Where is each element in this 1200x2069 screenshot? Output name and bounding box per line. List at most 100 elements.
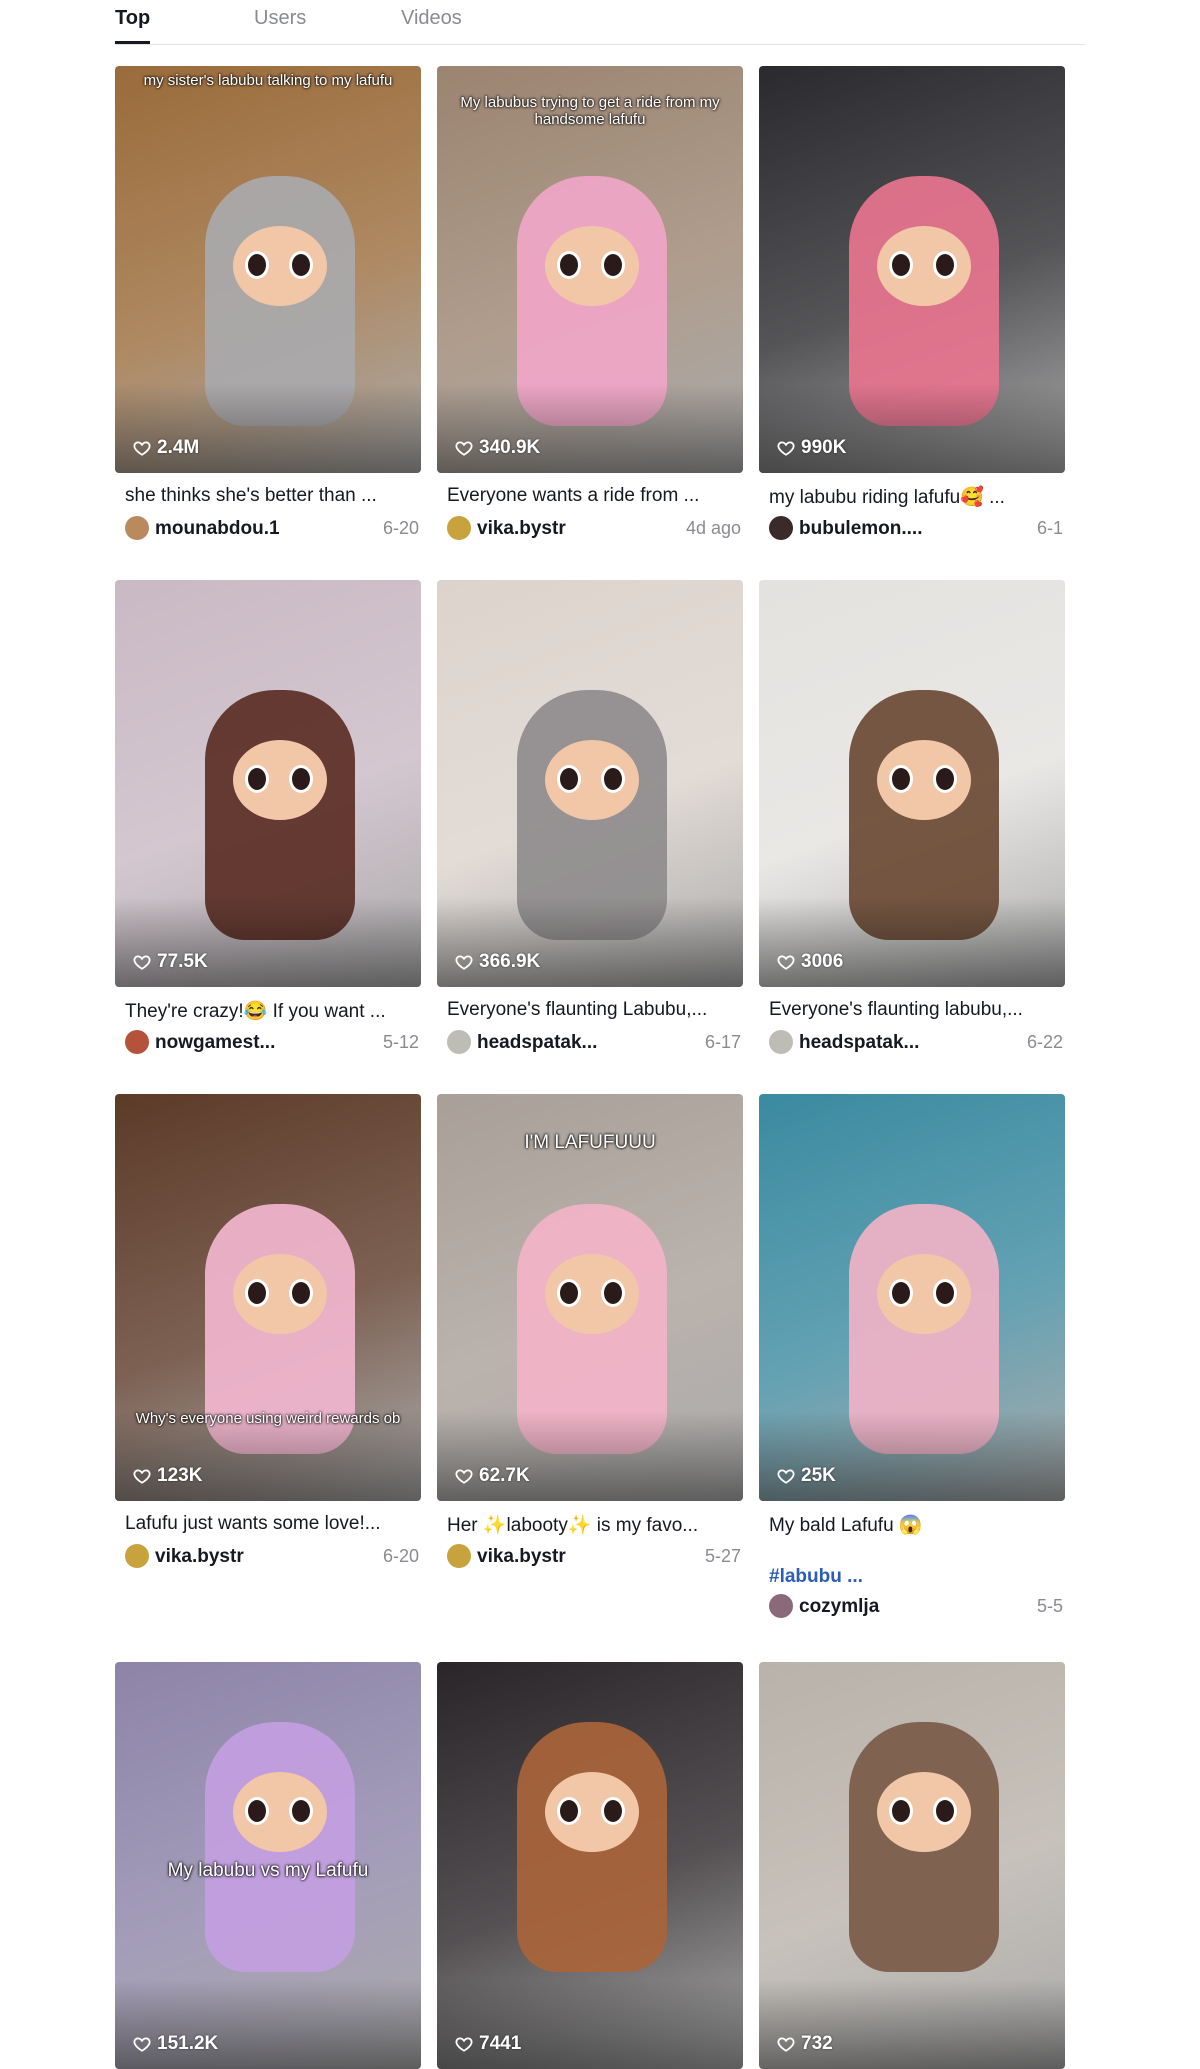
author-name[interactable]: bubulemon....: [799, 518, 923, 540]
heart-icon: [777, 1469, 795, 1484]
avatar[interactable]: [125, 516, 149, 540]
video-thumbnail[interactable]: my sister's labubu talking to my lafufu …: [115, 66, 421, 473]
avatar[interactable]: [447, 1030, 471, 1054]
like-count: 3006: [777, 951, 843, 973]
doll-eye-right: [289, 1797, 313, 1825]
doll-eye-right: [933, 251, 957, 279]
like-count: 732: [777, 2033, 833, 2055]
author-name[interactable]: headspatak...: [477, 1032, 597, 1054]
like-count-text: 25K: [801, 1465, 836, 1486]
post-date: 5-27: [704, 1546, 741, 1566]
video-meta: vika.bystr 4d ago: [447, 516, 741, 542]
author-name[interactable]: vika.bystr: [477, 518, 566, 540]
video-thumbnail[interactable]: 3006: [759, 580, 1065, 987]
avatar[interactable]: [125, 1030, 149, 1054]
video-title[interactable]: Lafufu just wants some love!...: [125, 1513, 415, 1535]
video-thumbnail[interactable]: I'M LAFUFUUU 62.7K: [437, 1094, 743, 1501]
doll-eye-right: [601, 251, 625, 279]
video-title[interactable]: Everyone's flaunting Labubu,...: [447, 999, 737, 1021]
doll-eye-right: [933, 1279, 957, 1307]
doll-eye-right: [933, 765, 957, 793]
doll-eye-right: [601, 1797, 625, 1825]
doll-eye-left: [557, 251, 581, 279]
video-meta: cozymlja 5-5: [769, 1594, 1063, 1620]
like-count-text: 123K: [157, 1465, 203, 1486]
like-count-text: 990K: [801, 437, 847, 458]
doll-eye-left: [889, 1279, 913, 1307]
video-thumbnail[interactable]: My labubu vs my Lafufu 151.2K: [115, 1662, 421, 2069]
author-name[interactable]: nowgamest...: [155, 1032, 275, 1054]
like-count: 77.5K: [133, 951, 208, 973]
heart-icon: [133, 1469, 151, 1484]
video-thumbnail[interactable]: 7441: [437, 1662, 743, 2069]
post-date: 6-20: [382, 518, 419, 538]
video-title[interactable]: Her ✨labooty✨ is my favo...: [447, 1513, 737, 1537]
post-date: 6-22: [1026, 1032, 1063, 1052]
thumbnail-gradient: [437, 897, 743, 987]
video-title[interactable]: Everyone's flaunting labubu,...: [769, 999, 1059, 1021]
like-count-text: 3006: [801, 951, 844, 972]
video-title[interactable]: Everyone wants a ride from ...: [447, 485, 737, 507]
video-thumbnail[interactable]: Why's everyone using weird rewards ob 12…: [115, 1094, 421, 1501]
video-thumbnail[interactable]: 77.5K: [115, 580, 421, 987]
post-date: 5-5: [1036, 1596, 1063, 1616]
doll-eye-left: [889, 765, 913, 793]
post-date: 5-12: [382, 1032, 419, 1052]
like-count: 366.9K: [455, 951, 540, 973]
video-thumbnail[interactable]: 732: [759, 1662, 1065, 2069]
doll-eye-left: [557, 1279, 581, 1307]
doll-eye-right: [601, 1279, 625, 1307]
heart-icon: [455, 441, 473, 456]
post-date: 6-1: [1036, 518, 1063, 538]
avatar[interactable]: [769, 1030, 793, 1054]
thumbnail-gradient: [437, 383, 743, 473]
video-title[interactable]: my labubu riding lafufu🥰 ...: [769, 485, 1059, 509]
avatar[interactable]: [447, 1544, 471, 1568]
video-caption-overlay: My labubu vs my Lafufu: [167, 1860, 369, 1881]
like-count-text: 366.9K: [479, 951, 541, 972]
doll-eye-left: [245, 1797, 269, 1825]
avatar[interactable]: [769, 516, 793, 540]
avatar[interactable]: [447, 516, 471, 540]
doll-eye-right: [933, 1797, 957, 1825]
heart-icon: [133, 2037, 151, 2052]
thumbnail-gradient: [437, 1411, 743, 1501]
video-thumbnail[interactable]: My labubus trying to get a ride from my …: [437, 66, 743, 473]
post-date: 6-17: [704, 1032, 741, 1052]
video-thumbnail[interactable]: 990K: [759, 66, 1065, 473]
video-meta: vika.bystr 6-20: [125, 1544, 419, 1570]
hashtag-link[interactable]: #labubu ...: [769, 1566, 863, 1588]
thumbnail-gradient: [759, 897, 1065, 987]
video-caption-overlay: I'M LAFUFUUU: [524, 1132, 656, 1153]
heart-icon: [455, 1469, 473, 1484]
author-name[interactable]: cozymlja: [799, 1596, 879, 1618]
doll-eye-left: [245, 1279, 269, 1307]
video-title[interactable]: They're crazy!😂 If you want ...: [125, 999, 415, 1023]
video-meta: mounabdou.1 6-20: [125, 516, 419, 542]
thumbnail-gradient: [115, 1979, 421, 2069]
like-count-text: 7441: [479, 2033, 522, 2054]
heart-icon: [777, 441, 795, 456]
video-meta: nowgamest... 5-12: [125, 1030, 419, 1056]
author-name[interactable]: headspatak...: [799, 1032, 919, 1054]
doll-eye-left: [557, 765, 581, 793]
like-count: 990K: [777, 437, 846, 459]
doll-eye-left: [889, 251, 913, 279]
avatar[interactable]: [125, 1544, 149, 1568]
avatar[interactable]: [769, 1594, 793, 1618]
doll-eye-left: [245, 765, 269, 793]
author-name[interactable]: vika.bystr: [155, 1546, 244, 1568]
heart-icon: [455, 2037, 473, 2052]
video-caption-overlay: my sister's labubu talking to my lafufu: [143, 72, 393, 89]
like-count: 340.9K: [455, 437, 540, 459]
video-title[interactable]: she thinks she's better than ...: [125, 485, 415, 507]
author-name[interactable]: vika.bystr: [477, 1546, 566, 1568]
author-name[interactable]: mounabdou.1: [155, 518, 280, 540]
doll-eye-left: [557, 1797, 581, 1825]
like-count-text: 732: [801, 2033, 833, 2054]
heart-icon: [133, 441, 151, 456]
video-title[interactable]: My bald Lafufu 😱: [769, 1513, 1059, 1537]
video-thumbnail[interactable]: 25K: [759, 1094, 1065, 1501]
video-thumbnail[interactable]: 366.9K: [437, 580, 743, 987]
doll-eye-right: [289, 765, 313, 793]
